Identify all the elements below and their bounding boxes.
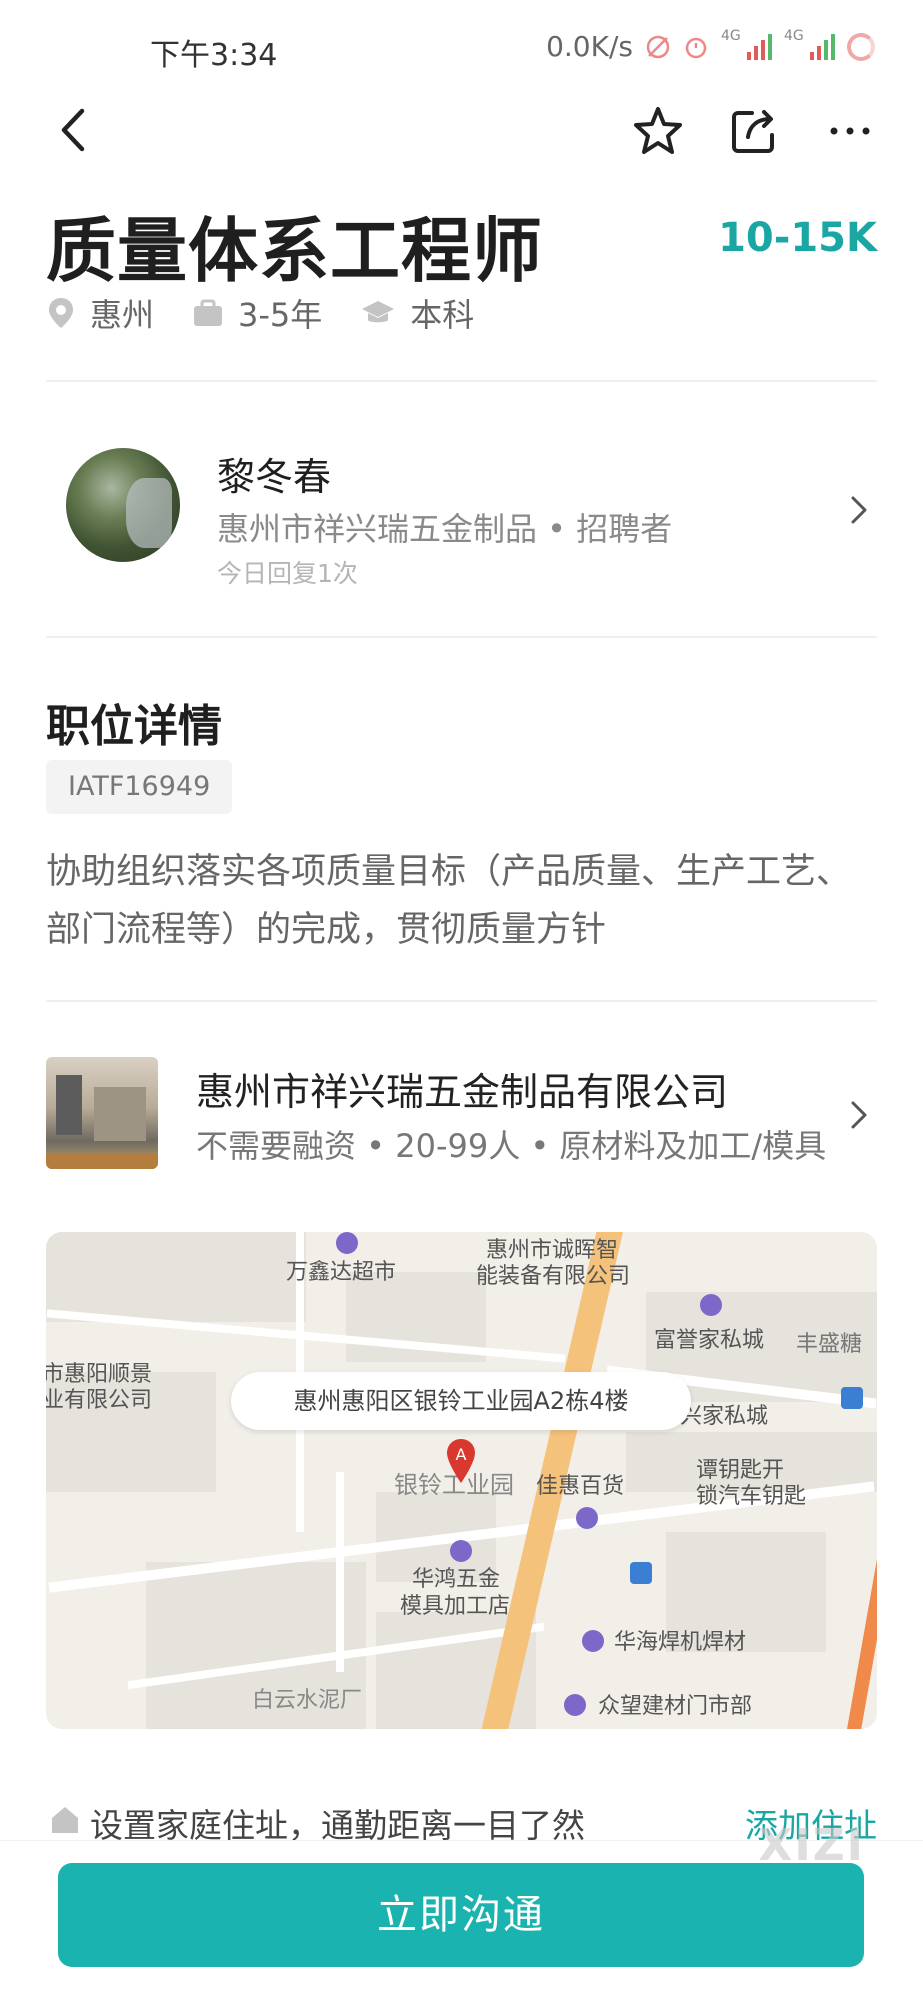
map-label: 华海焊机焊材 [614,1630,747,1655]
location-icon [49,298,73,328]
company-info: 不需要融资 • 20-99人 • 原材料及加工/模具 [196,1127,827,1165]
divider [46,636,877,638]
commute-row: 设置家庭住址，通勤距离一目了然 添加住址 [46,1795,877,1845]
chat-now-button[interactable]: 立即沟通 [58,1863,864,1967]
recruiter-avatar [66,448,180,562]
signal-4g-1-icon: 4G [721,28,772,60]
recruiter-name: 黎冬春 [217,455,332,499]
map-label: 丰盛糖 [796,1332,863,1357]
recruiter-card[interactable]: 黎冬春 惠州市祥兴瑞五金制品 • 招聘者 今日回复1次 [46,420,877,600]
job-description: 协助组织落实各项质量目标（产品质量、生产工艺、部门流程等）的完成，贯彻质量方针 [46,852,852,950]
map-label: 业有限公司 [46,1388,153,1413]
map-label: 众望建材门市部 [598,1694,753,1719]
watermark: XIZI [758,1820,865,1871]
education-text: 本科 [410,296,475,334]
experience-text: 3-5年 [238,296,323,334]
alarm-icon [685,37,707,58]
map-label: 模具加工店 [400,1594,511,1619]
map-label: 富誉家私城 [654,1328,765,1353]
map-label: 锁汽车钥匙 [696,1484,807,1509]
poi-store-icon [450,1540,472,1562]
signal-4g-2-icon: 4G [784,28,835,60]
status-bar: 下午3:34 0.0K/s 4G 4G [0,0,923,100]
map-label: 谭钥匙开 [696,1458,785,1483]
map-label: 能装备有限公司 [476,1264,631,1289]
briefcase-icon [194,299,223,326]
meta-location: 惠州 [46,290,154,336]
divider [46,380,877,382]
share-icon[interactable] [726,103,782,159]
map-label: 佳惠百货 [536,1474,625,1499]
recruiter-company: 惠州市祥兴瑞五金制品 • 招聘者 [217,510,673,548]
poi-store-icon [564,1694,586,1716]
top-nav [0,95,923,165]
section-title-details: 职位详情 [46,701,222,752]
status-icons: 0.0K/s 4G 4G [546,28,875,63]
chevron-right-icon [851,496,867,524]
company-logo [46,1057,158,1169]
battery-ring-icon [847,32,875,61]
graduation-cap-icon [362,301,395,323]
poi-shop-icon [576,1507,598,1529]
meta-education: 本科 [360,290,474,336]
salary: 10-15K [718,215,877,261]
company-card[interactable]: 惠州市祥兴瑞五金制品有限公司 不需要融资 • 20-99人 • 原材料及加工/模… [46,1057,877,1172]
company-name: 惠州市祥兴瑞五金制品有限公司 [196,1070,729,1114]
job-title: 质量体系工程师 [46,210,543,292]
job-meta: 惠州 3-5年 本科 [46,290,512,336]
map-label: 市惠阳顺景 [46,1362,153,1387]
skill-tag: IATF16949 [46,760,233,814]
poi-building-icon [841,1387,863,1409]
map-pin-letter: A [456,1445,467,1464]
map-label: 白云水泥厂 [252,1688,363,1713]
location-text: 惠州 [90,296,155,334]
more-icon[interactable] [822,103,878,159]
chevron-right-icon [851,1101,867,1129]
data-off-icon [646,35,670,58]
poi-store-icon [700,1294,722,1316]
map-label: 万鑫达超市 [286,1260,397,1285]
poi-shop-icon [336,1232,358,1254]
map-label: 惠州市诚晖智 [486,1238,619,1263]
meta-experience: 3-5年 [192,290,322,336]
map-pin-icon: A [447,1439,475,1483]
back-icon[interactable] [50,105,100,155]
map-label: 华鸿五金 [412,1567,501,1592]
status-time: 下午3:34 [150,38,278,73]
poi-store-icon [582,1630,604,1652]
home-icon [52,1807,78,1833]
address-bubble: 惠州惠阳区银铃工业园A2栋4楼 [231,1372,691,1430]
bus-stop-icon [630,1562,652,1584]
star-icon[interactable] [630,103,686,159]
recruiter-reply: 今日回复1次 [217,559,358,588]
net-speed: 0.0K/s [546,30,633,63]
location-map[interactable]: 万鑫达超市 惠州市诚晖智 能装备有限公司 富誉家私城 丰盛糖 市惠阳顺景 业有限… [46,1232,877,1729]
divider [46,1000,877,1002]
map-label: 兴家私城 [680,1404,769,1429]
